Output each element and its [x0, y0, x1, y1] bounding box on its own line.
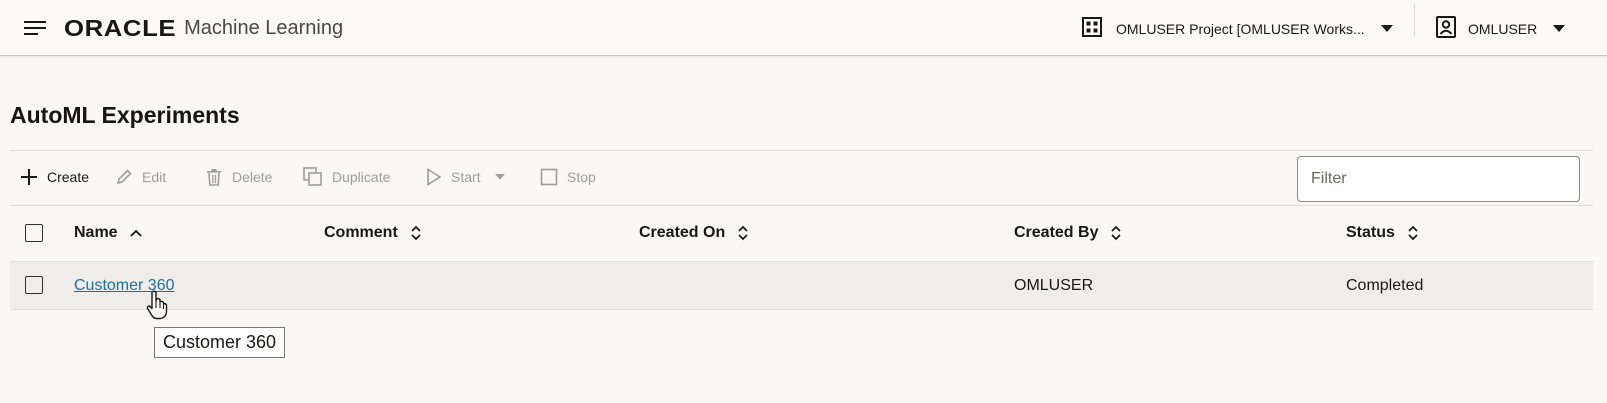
column-header-label: Status — [1346, 224, 1395, 241]
sort-icon — [411, 225, 421, 241]
hand-pointer-cursor-icon — [145, 290, 169, 320]
create-button-label: Create — [47, 169, 90, 185]
header-divider — [1414, 4, 1415, 36]
column-header-created-on[interactable]: Created On — [639, 206, 749, 260]
pencil-icon — [116, 169, 132, 185]
column-header-label: Created On — [639, 224, 726, 241]
filter-input[interactable] — [1297, 156, 1580, 202]
user-menu[interactable]: OMLUSER — [1436, 14, 1566, 44]
table-row[interactable]: Customer 360 OMLUSER Completed — [10, 261, 1593, 310]
table-header: Name Comment Created On Created By Statu… — [10, 206, 1593, 260]
oracle-logo[interactable]: ORACLE Machine Learning — [64, 14, 343, 42]
stop-button-label: Stop — [567, 169, 596, 185]
sort-icon — [1408, 225, 1418, 241]
row-checkbox[interactable] — [25, 276, 43, 294]
plus-icon — [21, 169, 37, 185]
trash-icon — [207, 169, 221, 186]
stop-square-icon — [540, 168, 558, 186]
column-header-status[interactable]: Status — [1346, 206, 1419, 260]
project-selector[interactable]: OMLUSER Project [OMLUSER Works... — [1082, 14, 1393, 44]
sort-icon — [738, 225, 748, 241]
project-selector-label: OMLUSER Project [OMLUSER Works... — [1116, 21, 1365, 37]
logo-product-name: Machine Learning — [184, 16, 344, 39]
delete-button[interactable]: Delete — [205, 159, 303, 195]
page-title: AutoML Experiments — [10, 102, 240, 128]
sort-icon — [1111, 225, 1122, 241]
duplicate-button-label: Duplicate — [332, 169, 391, 185]
sort-ascending-icon — [129, 229, 142, 237]
start-button[interactable]: Start — [426, 159, 540, 195]
column-header-label: Name — [74, 224, 118, 241]
cell-created-by: OMLUSER — [1014, 276, 1094, 294]
toolbar: Create Edit Delete Duplicate Start Stop — [10, 152, 620, 202]
column-header-comment[interactable]: Comment — [324, 206, 422, 260]
caret-down-icon — [494, 174, 505, 180]
column-header-label: Created By — [1014, 224, 1099, 241]
chevron-down-icon — [1553, 20, 1566, 38]
edit-button-label: Edit — [142, 169, 167, 185]
create-button[interactable]: Create — [10, 159, 115, 195]
logo-brand: ORACLE — [64, 14, 177, 41]
hamburger-menu-icon[interactable] — [24, 18, 48, 38]
user-avatar-icon — [1436, 15, 1456, 43]
stop-button[interactable]: Stop — [540, 159, 620, 195]
delete-button-label: Delete — [232, 169, 273, 185]
select-all-checkbox[interactable] — [25, 224, 43, 242]
play-icon — [427, 168, 442, 186]
app-header: ORACLE Machine Learning OMLUSER Project … — [0, 0, 1607, 56]
cell-status: Completed — [1346, 276, 1424, 294]
tooltip: Customer 360 — [154, 327, 286, 358]
column-header-created-by[interactable]: Created By — [1014, 206, 1122, 260]
project-grid-icon — [1082, 16, 1102, 42]
user-name: OMLUSER — [1468, 21, 1538, 37]
edit-button[interactable]: Edit — [115, 159, 205, 195]
copy-icon — [303, 167, 322, 186]
duplicate-button[interactable]: Duplicate — [303, 159, 426, 195]
column-header-label: Comment — [324, 224, 398, 241]
start-button-label: Start — [451, 169, 481, 185]
column-header-name[interactable]: Name — [74, 206, 142, 260]
divider — [10, 150, 1593, 151]
chevron-down-icon — [1380, 20, 1393, 38]
